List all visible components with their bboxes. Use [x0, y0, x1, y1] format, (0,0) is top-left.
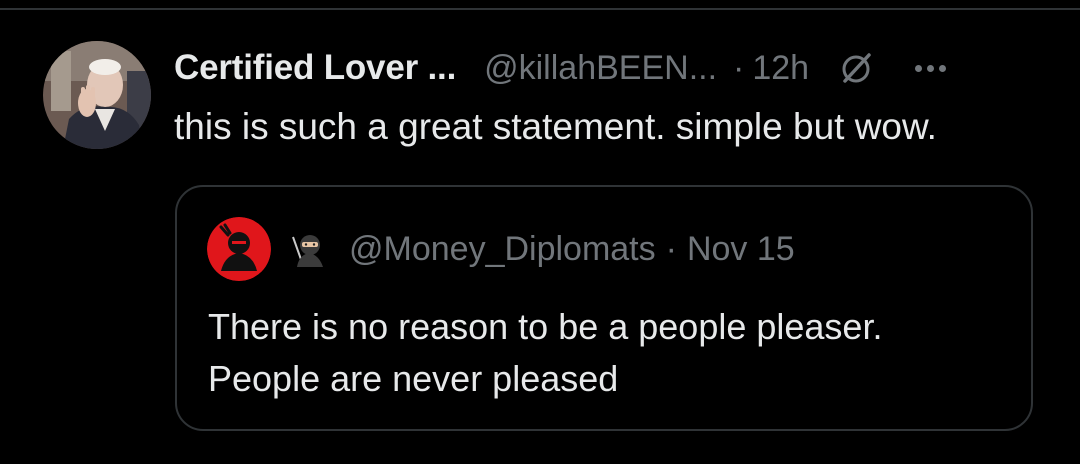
quoted-author-handle[interactable]: @Money_Diplomats — [349, 230, 656, 269]
separator-dot: · — [665, 229, 677, 268]
tweet-text: this is such a great statement. simple b… — [174, 106, 937, 147]
profile-photo-icon — [43, 41, 151, 149]
author-display-name[interactable]: Certified Lover ... — [174, 48, 456, 88]
ninja-emoji-icon — [287, 229, 327, 269]
more-options-icon[interactable] — [915, 64, 947, 72]
unavailable-icon[interactable] — [837, 49, 875, 87]
tweet-timestamp[interactable]: 12h — [752, 49, 809, 88]
quoted-tweet-card[interactable]: @Money_Diplomats · Nov 15 There is no re… — [175, 185, 1033, 431]
tweet-header: Certified Lover ... @killahBEEN... · 12h — [174, 46, 947, 90]
author-handle[interactable]: @killahBEEN... — [484, 49, 717, 88]
quoted-text-line: There is no reason to be a people please… — [208, 306, 883, 347]
tweet[interactable]: Certified Lover ... @killahBEEN... · 12h… — [0, 10, 1080, 464]
quoted-tweet-text: There is no reason to be a people please… — [208, 301, 1008, 405]
separator-dot: · — [733, 48, 745, 87]
author-avatar[interactable] — [43, 41, 151, 149]
red-ninja-avatar-icon — [207, 217, 271, 281]
quoted-author-avatar[interactable] — [207, 217, 271, 281]
quoted-tweet-header: @Money_Diplomats · Nov 15 — [287, 227, 795, 271]
quoted-tweet-date[interactable]: Nov 15 — [687, 230, 795, 269]
quoted-text-line: People are never pleased — [208, 358, 619, 399]
